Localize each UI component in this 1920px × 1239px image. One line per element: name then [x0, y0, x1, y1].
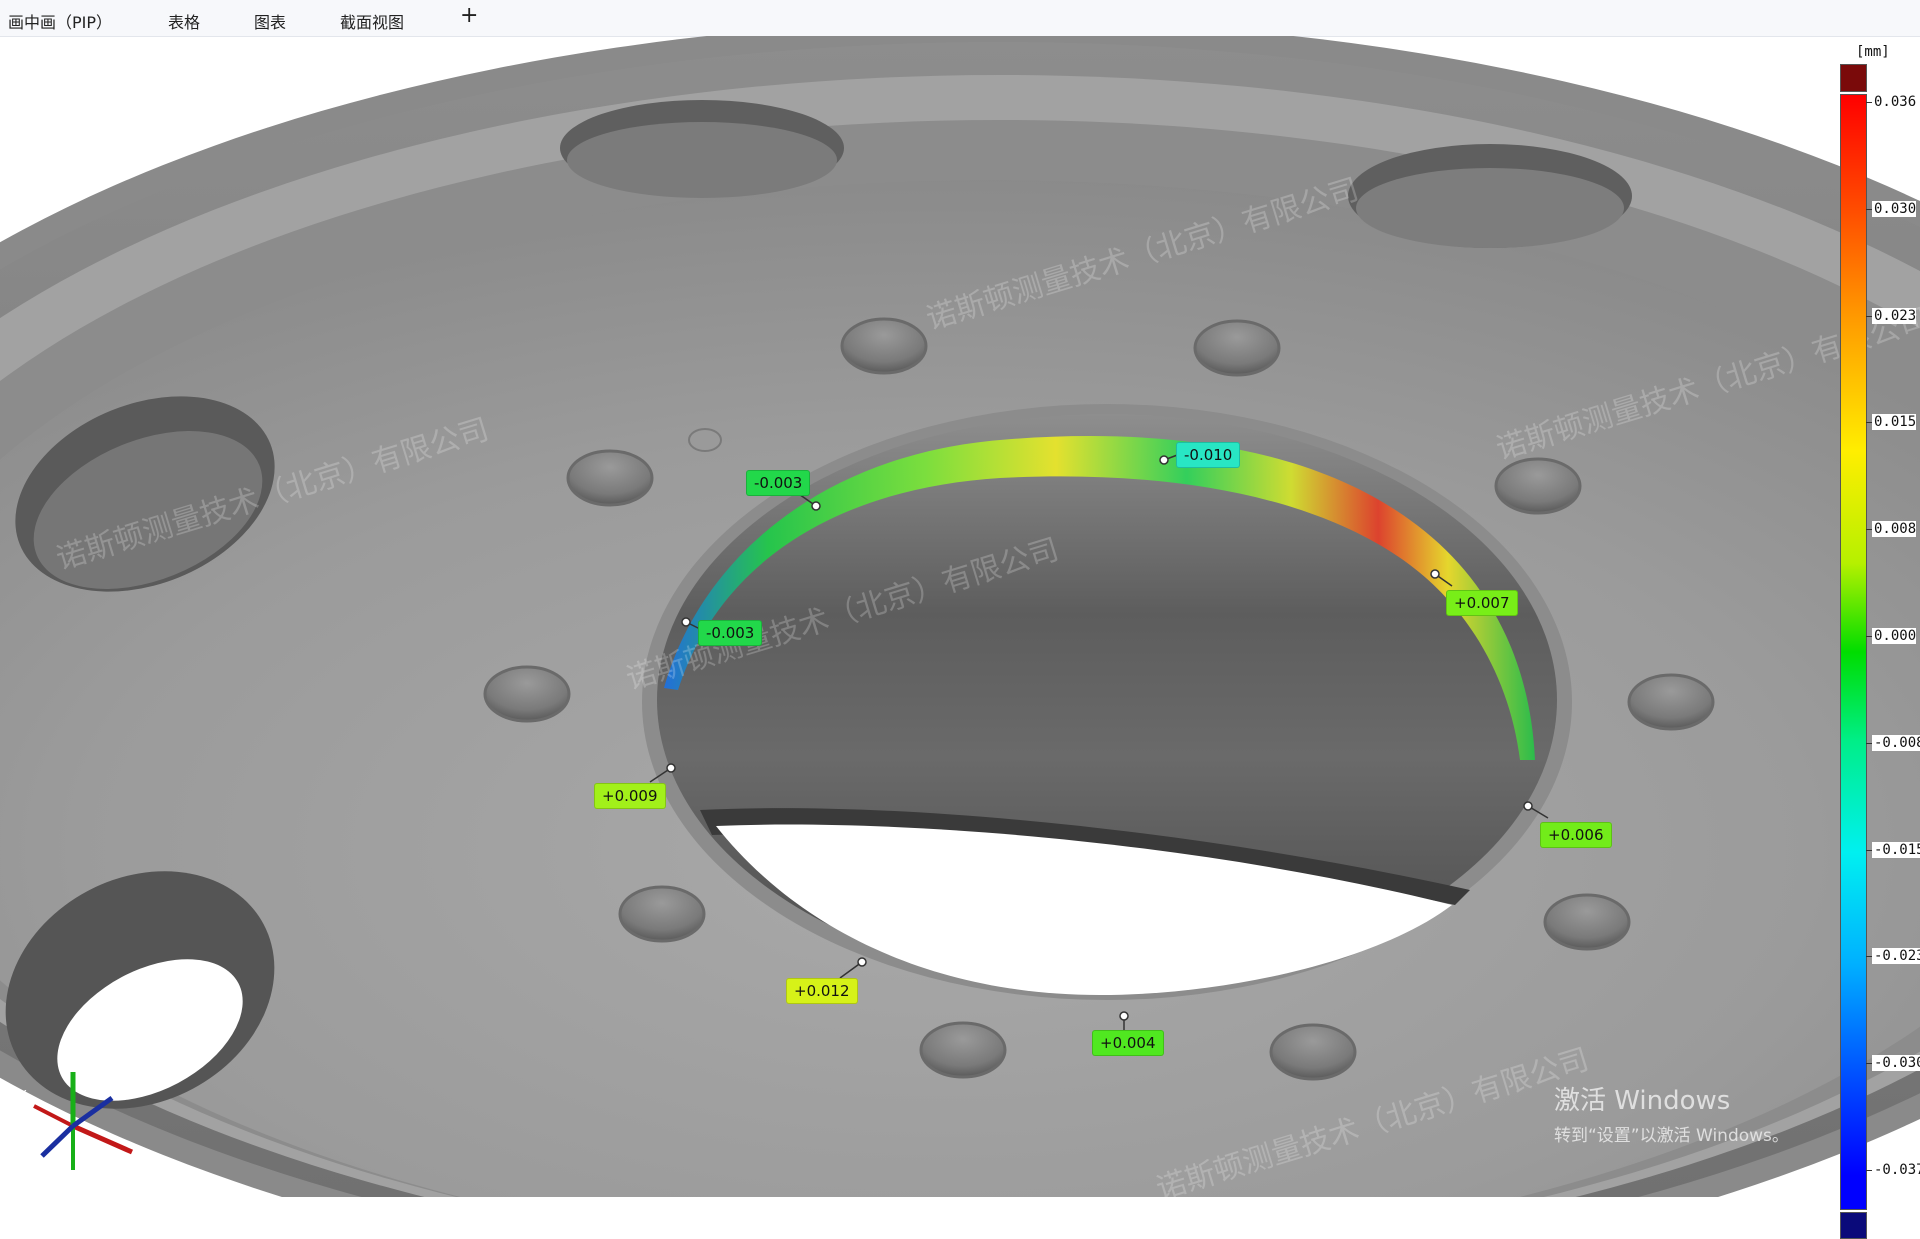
- legend-tick-label: -0.015: [1872, 841, 1920, 858]
- deviation-callout[interactable]: -0.010: [1176, 442, 1241, 468]
- axis-y-label: Y: [65, 1169, 74, 1180]
- legend-tick-label: 0.000: [1872, 628, 1917, 644]
- legend-tick-label: -0.037: [1872, 1162, 1920, 1178]
- windows-activation-notice: 激活 Windows 转到“设置”以激活 Windows。: [1554, 1080, 1789, 1146]
- deviation-callout[interactable]: +0.007: [1446, 590, 1518, 616]
- legend-tick-mark: [1866, 1170, 1872, 1171]
- legend-tick-label: 0.030: [1872, 200, 1917, 217]
- legend-under-range-swatch: [1840, 1212, 1867, 1239]
- axis-x-label: X: [18, 1089, 27, 1104]
- activation-subtitle: 转到“设置”以激活 Windows。: [1554, 1126, 1789, 1146]
- deviation-callout[interactable]: +0.004: [1092, 1030, 1164, 1056]
- legend-tick-label: -0.008: [1872, 734, 1920, 751]
- legend-gradient-bar: [1840, 94, 1867, 1210]
- axis-z-label: Z: [34, 1157, 43, 1172]
- deviation-callout[interactable]: +0.009: [594, 783, 666, 809]
- callout-leaders: [649, 453, 1549, 1030]
- deviation-callout[interactable]: +0.006: [1540, 822, 1612, 848]
- legend-tick-mark: [1866, 742, 1872, 744]
- legend-tick-label: 0.015: [1872, 414, 1917, 431]
- legend-tick-label: 0.036: [1872, 94, 1917, 110]
- legend-tick-mark: [1866, 315, 1872, 317]
- deviation-color-legend: [mm] 0.036 0.030 0.023 0.015 0.008 0.000 -0.00…: [1820, 42, 1920, 1239]
- legend-tick-label: 0.008: [1872, 521, 1917, 538]
- legend-unit: [mm]: [1856, 44, 1890, 60]
- activation-title: 激活 Windows: [1554, 1086, 1731, 1116]
- legend-tick-mark: [1866, 102, 1872, 103]
- legend-tick-mark: [1866, 422, 1872, 424]
- legend-tick-label: -0.023: [1872, 948, 1920, 965]
- legend-tick-mark: [1866, 1063, 1872, 1065]
- legend-tick-label: -0.030: [1872, 1055, 1920, 1072]
- legend-tick-label: 0.023: [1872, 307, 1917, 324]
- legend-tick-mark: [1866, 529, 1872, 531]
- deviation-callout[interactable]: -0.003: [698, 620, 763, 646]
- legend-tick-mark: [1866, 208, 1872, 210]
- legend-tick-mark: [1866, 956, 1872, 958]
- legend-tick-mark: [1866, 849, 1872, 851]
- deviation-callout[interactable]: +0.012: [786, 978, 858, 1004]
- legend-over-range-swatch: [1840, 64, 1867, 92]
- legend-tick-mark: [1866, 636, 1872, 637]
- axis-triad: X Y Z: [18, 1072, 134, 1180]
- deviation-callout[interactable]: -0.003: [746, 470, 811, 496]
